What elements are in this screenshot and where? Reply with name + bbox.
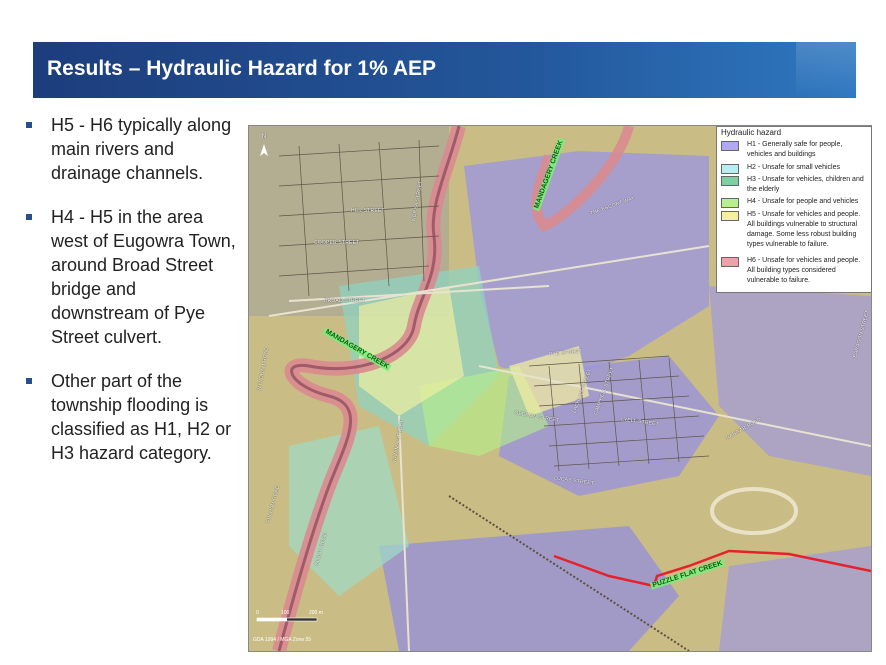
bullet-text: H5 - H6 typically along main rivers and … [51,115,232,183]
coordinate-system-label: GDA 1994 / MGA Zone 55 [253,637,312,643]
legend-text: H5 - Unsafe for vehicles and people. All… [747,211,861,248]
street-label: COOPER STREET [314,240,360,246]
legend-text: H2 - Unsafe for small vehicles [747,164,840,171]
legend-text: H3 - Unsafe for vehicles, children and t… [747,176,864,193]
bullet-item: H4 - H5 in the area west of Eugowra Town… [26,205,238,349]
h1-zone [379,526,679,651]
legend-text: H1 - Generally safe for people, vehicles… [747,141,843,158]
legend-title: Hydraulic hazard [721,128,782,137]
slide-title: Results – Hydraulic Hazard for 1% AEP [47,57,437,80]
bullet-list: H5 - H6 typically along main rivers and … [26,113,238,485]
legend-swatch [721,176,739,186]
legend-swatch [721,257,739,267]
legend-text: H4 - Unsafe for people and vehicles [747,198,859,205]
legend-swatch [721,164,739,174]
legend-swatch [721,198,739,208]
bullet-item: H5 - H6 typically along main rivers and … [26,113,238,185]
scale-label: 200 m [309,610,323,616]
bullet-text: H4 - H5 in the area west of Eugowra Town… [51,207,236,347]
bullet-text: Other part of the township flooding is c… [51,371,232,463]
title-bar: Results – Hydraulic Hazard for 1% AEP [33,42,856,98]
bullet-marker-icon [26,378,32,384]
street-label: BROAD STREET [324,298,366,304]
map-legend: Hydraulic hazard H1 - Generally safe for… [716,126,872,293]
bullet-marker-icon [26,122,32,128]
legend-swatch [721,141,739,151]
street-label: HILL STREET [351,208,385,214]
legend-text: H6 - Unsafe for vehicles and people. All… [747,257,861,284]
bullet-item: Other part of the township flooding is c… [26,369,238,465]
legend-swatch [721,211,739,221]
scale-label: 0 [256,610,259,616]
scale-label: 100 [281,610,290,616]
bullet-marker-icon [26,214,32,220]
scale-bar [256,617,318,622]
north-label: N [262,134,267,140]
